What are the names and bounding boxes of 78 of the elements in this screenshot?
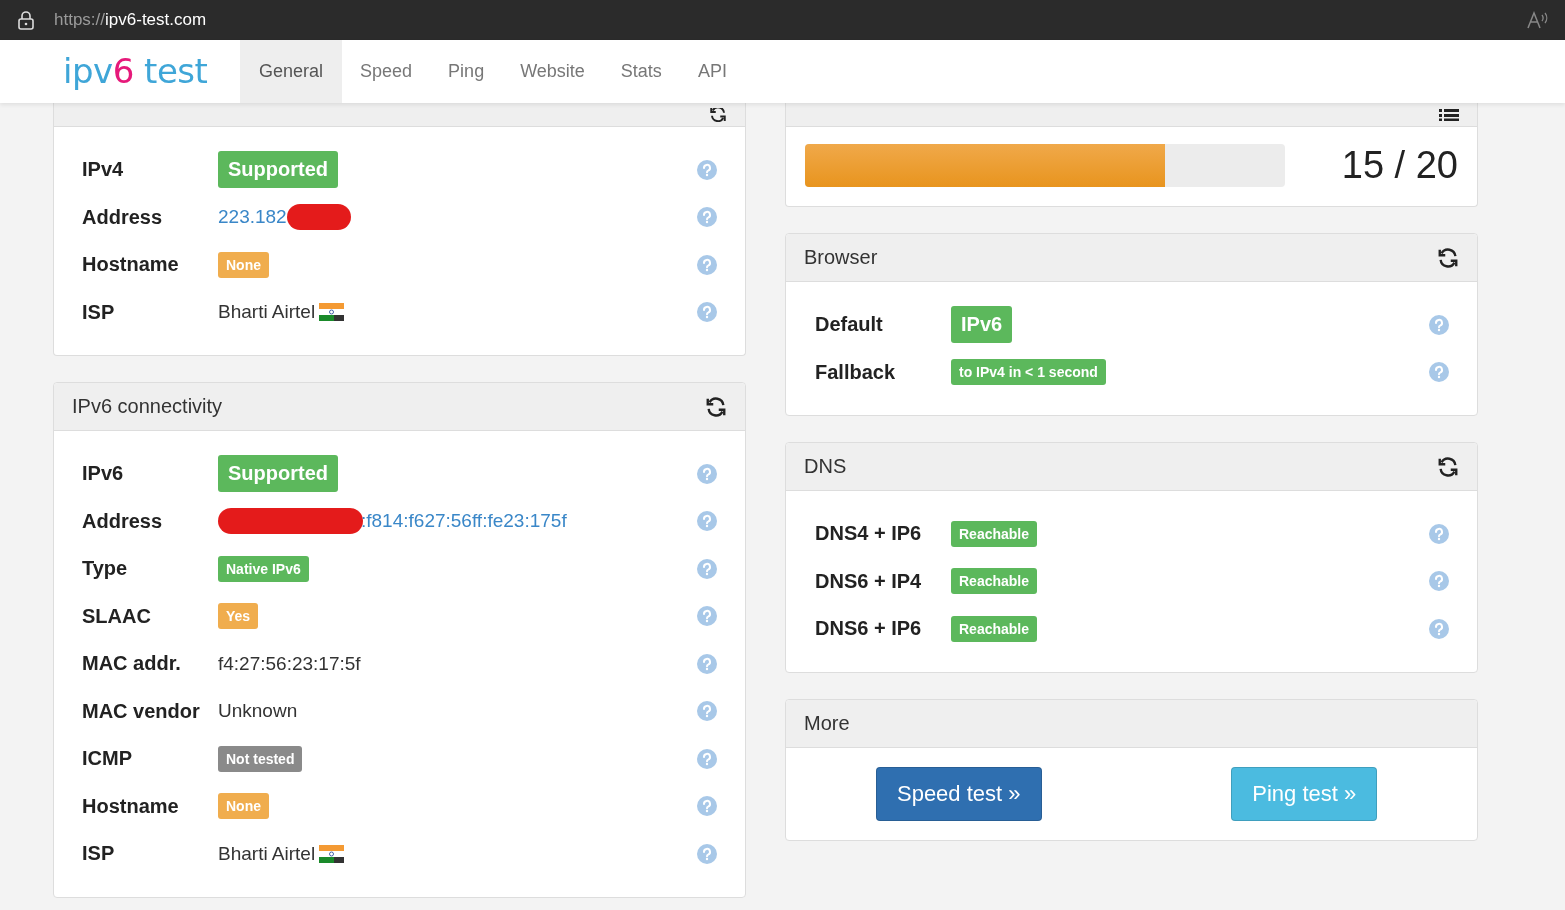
- row-label: ISP: [82, 300, 116, 324]
- help-icon[interactable]: [697, 796, 717, 817]
- logo[interactable]: ipv6 test: [0, 40, 240, 103]
- row-label: ISP: [82, 842, 116, 866]
- nav-tab[interactable]: Website: [502, 40, 603, 103]
- row-label: Default: [815, 313, 884, 337]
- panel-title: Browser: [804, 246, 878, 269]
- status-badge: Supported: [218, 151, 338, 189]
- row-label: Hostname: [82, 253, 180, 277]
- help-icon[interactable]: [697, 463, 717, 484]
- help-icon[interactable]: [1429, 314, 1449, 335]
- help-icon[interactable]: [697, 701, 717, 722]
- refresh-icon[interactable]: [1437, 455, 1459, 478]
- row-label: IPv6: [82, 462, 125, 486]
- score-value: 15 / 20: [1341, 144, 1458, 187]
- status-badge: Reachable: [951, 520, 1038, 547]
- status-badge: Reachable: [951, 568, 1038, 595]
- row-label: DNS4 + IP6: [815, 522, 923, 546]
- help-icon[interactable]: [1429, 618, 1449, 639]
- row-label: DNS6 + IP6: [815, 617, 923, 641]
- value-text: Bharti Airtel: [218, 301, 316, 324]
- row-label: MAC addr.: [82, 652, 182, 676]
- nav-tab[interactable]: Stats: [602, 40, 680, 103]
- value-text: Unknown: [218, 700, 298, 723]
- status-badge: None: [218, 793, 269, 820]
- help-icon[interactable]: [697, 606, 717, 627]
- row-label: Fallback: [815, 360, 897, 384]
- refresh-icon[interactable]: [709, 107, 727, 122]
- status-badge: Native IPv6: [218, 555, 309, 582]
- panel-title: IPv6 connectivity: [72, 395, 223, 418]
- row-label: ICMP: [82, 747, 133, 771]
- status-badge: Supported: [218, 455, 338, 493]
- lock-icon: [18, 10, 34, 30]
- help-icon[interactable]: [697, 207, 717, 228]
- row-label: MAC vendor: [82, 699, 201, 723]
- value-text: f4:27:56:23:17:5f: [218, 652, 361, 675]
- status-badge: IPv6: [951, 306, 1013, 344]
- nav-tab[interactable]: Speed: [342, 40, 431, 103]
- nav-tab[interactable]: Ping: [430, 40, 503, 103]
- help-icon[interactable]: [697, 302, 717, 323]
- help-icon[interactable]: [1429, 362, 1449, 383]
- value-text: Bharti Airtel: [218, 842, 316, 865]
- help-icon[interactable]: [697, 558, 717, 579]
- url-text[interactable]: https://ipv6-test.com: [54, 10, 1507, 30]
- row-label: SLAAC: [82, 604, 152, 628]
- status-badge: Not tested: [218, 745, 303, 772]
- list-icon[interactable]: [1439, 108, 1459, 121]
- row-label: IPv4: [82, 158, 125, 182]
- row-label: DNS6 + IP4: [815, 569, 923, 593]
- help-icon[interactable]: [697, 748, 717, 769]
- help-icon[interactable]: [697, 511, 717, 532]
- panel-title: More: [804, 711, 850, 735]
- row-label: Address: [82, 205, 164, 229]
- help-icon[interactable]: [1429, 523, 1449, 544]
- flag-icon: [319, 844, 345, 863]
- read-aloud-icon[interactable]: [1527, 11, 1549, 29]
- help-icon[interactable]: [697, 159, 717, 180]
- status-badge: to IPv4 in < 1 second: [951, 359, 1106, 386]
- refresh-icon[interactable]: [705, 395, 727, 418]
- status-badge: None: [218, 251, 269, 278]
- status-badge: Yes: [218, 603, 259, 630]
- panel-title: DNS: [804, 455, 847, 478]
- address-link[interactable]: :f814:f627:56ff:fe23:175f: [361, 510, 567, 533]
- nav-tab[interactable]: API: [679, 40, 745, 103]
- refresh-icon[interactable]: [1437, 246, 1459, 269]
- row-label: Type: [82, 557, 129, 581]
- help-icon[interactable]: [1429, 571, 1449, 592]
- help-icon[interactable]: [697, 843, 717, 864]
- status-badge: Reachable: [951, 615, 1038, 642]
- row-label: Hostname: [82, 794, 180, 818]
- help-icon[interactable]: [697, 254, 717, 275]
- nav-tab[interactable]: General: [240, 40, 343, 103]
- address-link[interactable]: 223.182: [218, 206, 287, 229]
- test-button[interactable]: Speed test »: [875, 766, 1042, 821]
- help-icon[interactable]: [697, 653, 717, 674]
- redaction-mark: [286, 204, 351, 231]
- flag-icon: [319, 303, 345, 322]
- row-label: Address: [82, 509, 164, 533]
